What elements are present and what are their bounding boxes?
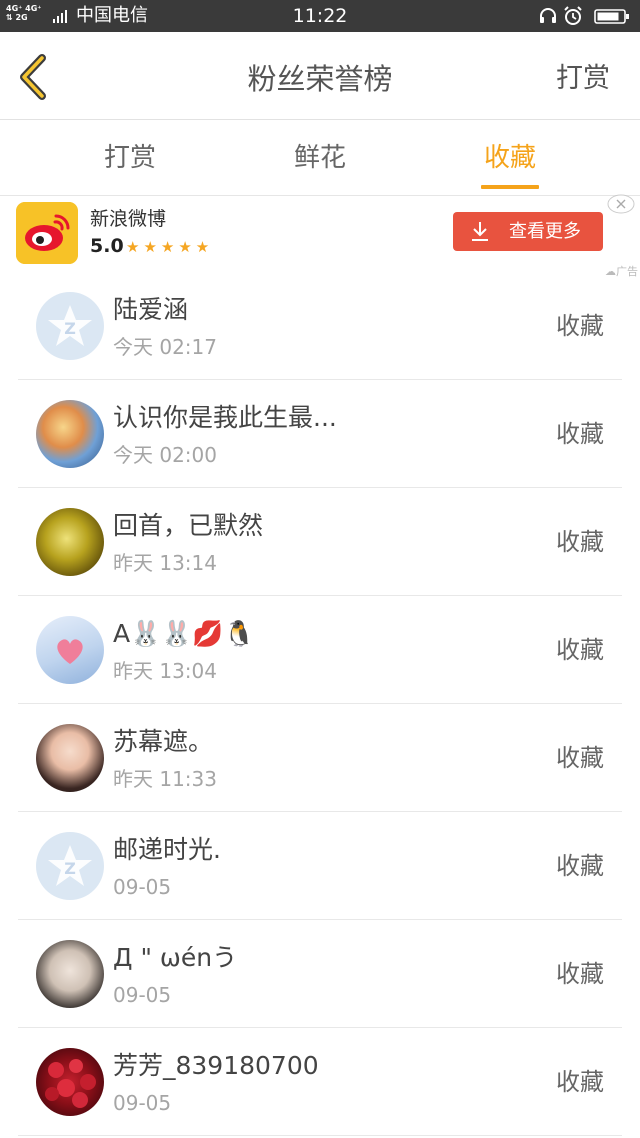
timestamp: 昨天 13:14 (113, 551, 217, 575)
ad-rating: 5.0 (90, 235, 124, 257)
action-type: 收藏 (556, 852, 604, 880)
heart-hands-icon (57, 639, 83, 664)
active-tab-indicator (481, 185, 539, 189)
user-name: 芳芳_839180700 (113, 1051, 319, 1080)
battery-icon (594, 9, 629, 24)
divider (18, 1135, 622, 1136)
tab-flowers[interactable]: 鲜花 (260, 141, 380, 175)
timestamp: 今天 02:17 (113, 335, 217, 359)
list-item[interactable]: 认识你是莪此生最... 今天 02:00 收藏 (0, 380, 640, 488)
list-item[interactable]: Z 邮递时光. 09-05 收藏 (0, 812, 640, 920)
list-item[interactable]: 芳芳_839180700 09-05 收藏 (0, 1028, 640, 1136)
avatar (36, 400, 104, 468)
tab-bar: 打赏 鲜花 收藏 (0, 121, 640, 196)
action-type: 收藏 (556, 636, 604, 664)
user-name: 陆爱涵 (113, 295, 189, 324)
list-item[interactable]: A🐰🐰💋🐧 昨天 13:04 收藏 (0, 596, 640, 704)
timestamp: 09-05 (113, 875, 172, 899)
action-type: 收藏 (556, 420, 604, 448)
page-title: 粉丝荣誉榜 (247, 62, 393, 96)
ad-banner[interactable]: 新浪微博 5.0 ★★★★★ 查看更多 ☁广告 (0, 194, 640, 281)
svg-text:Z: Z (64, 859, 76, 878)
action-type: 收藏 (556, 1068, 604, 1096)
list-item[interactable]: Д " ωénう 09-05 收藏 (0, 920, 640, 1028)
reward-button[interactable]: 打赏 (556, 62, 610, 96)
roses-icon (45, 1059, 96, 1108)
avatar (36, 940, 104, 1008)
timestamp: 09-05 (113, 1091, 172, 1115)
user-name: 苏幕遮。 (113, 727, 214, 756)
weibo-logo-icon (16, 202, 78, 264)
tab-reward[interactable]: 打赏 (70, 141, 190, 175)
avatar (36, 508, 104, 576)
list-item[interactable]: Z 陆爱涵 今天 02:17 收藏 (0, 272, 640, 380)
user-name: A🐰🐰💋🐧 (113, 619, 255, 648)
user-name: 认识你是莪此生最... (113, 403, 337, 432)
timestamp: 昨天 13:04 (113, 659, 217, 683)
action-type: 收藏 (556, 312, 604, 340)
avatar: Z (36, 832, 104, 900)
timestamp: 今天 02:00 (113, 443, 217, 467)
close-ad-icon[interactable] (606, 193, 636, 215)
timestamp: 昨天 11:33 (113, 767, 217, 791)
qq-default-avatar-icon: Z (48, 845, 92, 886)
user-name: Д " ωénう (113, 943, 238, 972)
user-name: 回首，已默然 (113, 511, 264, 540)
action-type: 收藏 (556, 744, 604, 772)
tab-favorites[interactable]: 收藏 (450, 141, 570, 175)
qq-default-avatar-icon: Z (48, 305, 92, 346)
timestamp: 09-05 (113, 983, 172, 1007)
avatar (36, 616, 104, 684)
view-more-label: 查看更多 (509, 221, 581, 242)
svg-text:Z: Z (64, 319, 76, 338)
star-rating-icon: ★★★★★ (126, 238, 214, 256)
ad-app-name: 新浪微博 (90, 208, 167, 230)
avatar (36, 724, 104, 792)
action-type: 收藏 (556, 528, 604, 556)
alarm-icon (564, 6, 582, 25)
list-item[interactable]: 回首，已默然 昨天 13:14 收藏 (0, 488, 640, 596)
avatar (36, 1048, 104, 1116)
view-more-button[interactable]: 查看更多 (453, 212, 603, 251)
list-item[interactable]: 苏幕遮。 昨天 11:33 收藏 (0, 704, 640, 812)
avatar: Z (36, 292, 104, 360)
headset-icon (540, 8, 556, 23)
download-icon (472, 222, 488, 241)
app-header: 粉丝荣誉榜 打赏 (0, 32, 640, 120)
status-bar: 4G⁺ 4G⁺ ⇅ 2G 中国电信 11:22 (0, 0, 640, 32)
user-name: 邮递时光. (113, 835, 221, 864)
action-type: 收藏 (556, 960, 604, 988)
